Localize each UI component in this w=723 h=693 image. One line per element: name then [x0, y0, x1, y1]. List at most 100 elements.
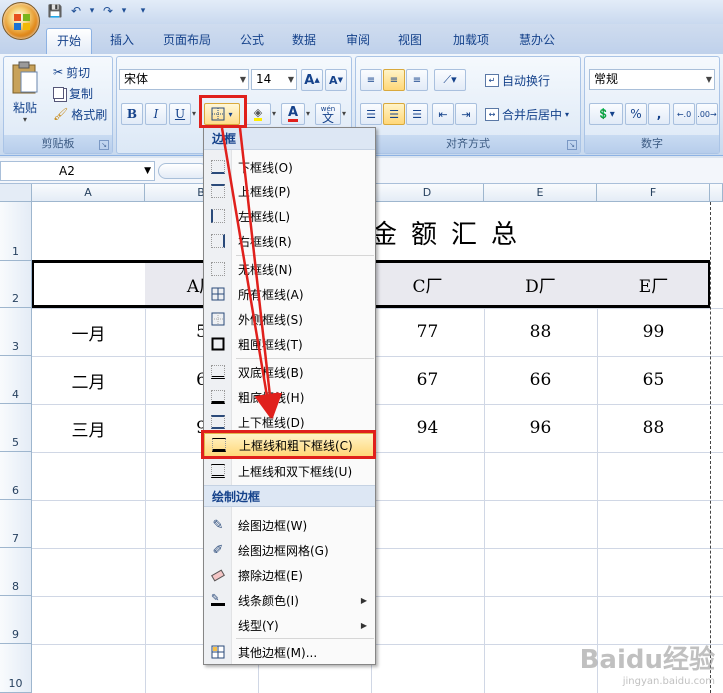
align-middle-button[interactable]: ≡	[383, 69, 405, 91]
menu-item-draw-border-grid[interactable]: ✐ 绘图边框网格(G)	[204, 538, 375, 562]
menu-item-line-color[interactable]: ✎ 线条颜色(I) ▶	[204, 588, 375, 612]
increase-indent-button[interactable]: ⇥	[455, 103, 477, 125]
value-cell[interactable]: 77	[371, 308, 484, 356]
column-header-d[interactable]: D	[371, 184, 484, 202]
bold-button[interactable]: B	[121, 103, 143, 125]
customize-qat-icon[interactable]: ▾	[137, 3, 149, 19]
header-cell-f[interactable]: E厂	[597, 263, 710, 305]
align-center-button[interactable]: ☰	[383, 103, 405, 125]
tab-insert[interactable]: 插入	[100, 28, 144, 54]
column-header-g[interactable]	[710, 184, 723, 202]
row-header-6[interactable]: 6	[0, 452, 32, 500]
decrease-decimal-button[interactable]: .00→	[696, 103, 718, 125]
menu-item-thick-box-border[interactable]: 粗匣框线(T)	[204, 332, 375, 356]
align-top-button[interactable]: ≡	[360, 69, 382, 91]
menu-item-no-border[interactable]: 无框线(N)	[204, 257, 375, 281]
menu-item-top-double-bottom-border[interactable]: 上框线和双下框线(U)	[204, 459, 375, 483]
tab-formulas[interactable]: 公式	[230, 28, 274, 54]
value-cell[interactable]: 96	[484, 404, 597, 452]
menu-item-double-bottom-border[interactable]: 双底框线(B)	[204, 360, 375, 384]
row-header-5[interactable]: 5	[0, 404, 32, 452]
orientation-button[interactable]: ⟋▾	[434, 69, 466, 91]
formula-expand-handle[interactable]	[158, 163, 208, 179]
phonetic-button[interactable]: wén 文	[315, 103, 341, 125]
font-color-button[interactable]: A	[281, 103, 305, 125]
cut-button[interactable]: ✂ 剪切	[50, 61, 93, 83]
row-label-cell[interactable]: 一月	[32, 308, 145, 356]
align-bottom-button[interactable]: ≡	[406, 69, 428, 91]
dialog-launcher-icon[interactable]: ↘	[99, 140, 109, 150]
row-label-cell[interactable]: 二月	[32, 356, 145, 404]
accounting-format-button[interactable]: 💲▾	[589, 103, 623, 125]
comma-style-button[interactable]: ,	[648, 103, 670, 125]
percent-button[interactable]: %	[625, 103, 647, 125]
chevron-down-icon[interactable]: ▾	[192, 109, 196, 118]
value-cell[interactable]: 66	[484, 356, 597, 404]
column-header-f[interactable]: F	[597, 184, 710, 202]
font-name-combo[interactable]: 宋体 ▼	[119, 69, 249, 90]
paste-button[interactable]: 粘贴 ▾	[8, 61, 42, 131]
row-label-cell[interactable]: 三月	[32, 404, 145, 452]
save-icon[interactable]: 💾	[46, 3, 64, 19]
menu-item-top-thick-bottom-border[interactable]: 上框线和粗下框线(C)	[204, 433, 375, 457]
row-header-9[interactable]: 9	[0, 596, 32, 644]
menu-item-line-style[interactable]: 线型(Y) ▶	[204, 613, 375, 637]
menu-item-erase-border[interactable]: 擦除边框(E)	[204, 563, 375, 587]
row-header-8[interactable]: 8	[0, 548, 32, 596]
wrap-text-button[interactable]: ↵ 自动换行	[482, 69, 553, 91]
merge-center-button[interactable]: ↔ 合并后居中 ▾	[482, 103, 572, 125]
menu-item-bottom-border[interactable]: 下框线(O)	[204, 155, 375, 179]
menu-item-all-borders[interactable]: 所有框线(A)	[204, 282, 375, 306]
menu-item-outside-borders[interactable]: 外侧框线(S)	[204, 307, 375, 331]
sheet-title-cell[interactable]: 金额汇总	[371, 212, 571, 252]
menu-item-draw-border[interactable]: ✎ 绘图边框(W)	[204, 513, 375, 537]
format-painter-button[interactable]: 🖌 格式刷	[50, 103, 110, 125]
office-button[interactable]	[2, 2, 40, 40]
increase-decimal-button[interactable]: ←.0	[673, 103, 695, 125]
row-header-2[interactable]: 2	[0, 261, 32, 308]
row-header-1[interactable]: 1	[0, 202, 32, 261]
tab-view[interactable]: 视图	[388, 28, 432, 54]
chevron-down-icon[interactable]: ▾	[272, 109, 276, 118]
value-cell[interactable]: 67	[371, 356, 484, 404]
header-cell-e[interactable]: D厂	[484, 263, 597, 305]
shrink-font-button[interactable]: A ▼	[325, 69, 347, 91]
value-cell[interactable]: 88	[484, 308, 597, 356]
tab-page-layout[interactable]: 页面布局	[152, 28, 222, 54]
number-format-combo[interactable]: 常规 ▼	[589, 69, 715, 90]
tab-home[interactable]: 开始	[46, 28, 92, 54]
value-cell[interactable]: 99	[597, 308, 710, 356]
border-button[interactable]: ▾	[204, 103, 240, 125]
undo-icon[interactable]: ↶	[67, 3, 85, 19]
tab-data[interactable]: 数据	[282, 28, 326, 54]
row-header-7[interactable]: 7	[0, 500, 32, 548]
chevron-down-icon[interactable]: ▾	[342, 109, 346, 118]
fill-color-button[interactable]: ◈	[245, 103, 271, 125]
copy-button[interactable]: 复制	[50, 82, 96, 104]
tab-addins[interactable]: 加载项	[444, 28, 498, 54]
row-header-3[interactable]: 3	[0, 308, 32, 356]
menu-item-left-border[interactable]: 左框线(L)	[204, 204, 375, 228]
select-all-corner[interactable]	[0, 184, 32, 202]
tab-review[interactable]: 审阅	[336, 28, 380, 54]
decrease-indent-button[interactable]: ⇤	[432, 103, 454, 125]
underline-button[interactable]: U	[169, 103, 191, 125]
align-left-button[interactable]: ☰	[360, 103, 382, 125]
redo-icon[interactable]: ↷	[99, 3, 117, 19]
dropdown-arrow-icon[interactable]: ▾	[88, 3, 96, 19]
value-cell[interactable]: 88	[597, 404, 710, 452]
header-cell-d[interactable]: C厂	[371, 263, 484, 305]
menu-item-top-bottom-border[interactable]: 上下框线(D)	[204, 410, 375, 434]
menu-item-top-border[interactable]: 上框线(P)	[204, 179, 375, 203]
align-right-button[interactable]: ☰	[406, 103, 428, 125]
column-header-a[interactable]: A	[32, 184, 145, 202]
value-cell[interactable]: 94	[371, 404, 484, 452]
italic-button[interactable]: I	[145, 103, 167, 125]
grow-font-button[interactable]: A ▲	[301, 69, 323, 91]
name-box[interactable]: A2 ▼	[0, 161, 155, 181]
font-size-combo[interactable]: 14 ▼	[251, 69, 297, 90]
row-header-10[interactable]: 10	[0, 644, 32, 693]
chevron-down-icon[interactable]: ▾	[306, 109, 310, 118]
dialog-launcher-icon[interactable]: ↘	[567, 140, 577, 150]
value-cell[interactable]: 65	[597, 356, 710, 404]
